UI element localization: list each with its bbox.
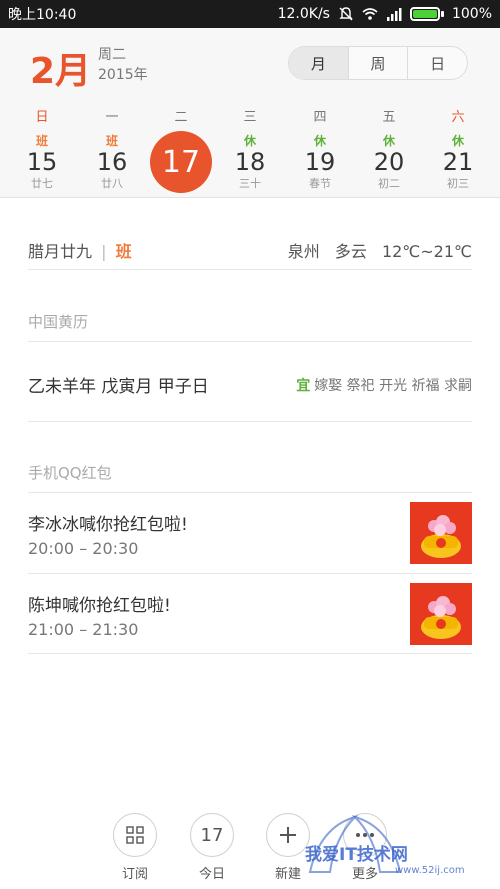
lunar-day: 廿七: [31, 177, 53, 190]
lunar-info: 腊月廿九 | 班: [28, 238, 132, 262]
day-name-sun: 日: [35, 110, 49, 125]
tab-day[interactable]: 日: [407, 47, 467, 79]
tab-week[interactable]: 周: [347, 47, 408, 79]
separator: |: [101, 242, 107, 261]
yi-items: 嫁娶 祭祀 开光 祈福 求嗣: [314, 378, 472, 394]
month-title[interactable]: 2月: [30, 42, 91, 94]
day-info-row: 腊月廿九 | 班 泉州 多云 12℃~21℃: [28, 238, 472, 262]
almanac-section-title: 中国黄历: [28, 313, 89, 331]
almanac-yi[interactable]: 宜嫁娶 祭祀 开光 祈福 求嗣: [296, 375, 472, 395]
day-cell-16[interactable]: 班 16 廿八: [82, 132, 142, 191]
event-title[interactable]: 陈坤喊你抢红包啦!: [28, 591, 472, 616]
selected-day-17[interactable]: 17: [150, 131, 212, 193]
day-name-fri: 五: [382, 110, 396, 125]
today-number: 17: [190, 813, 234, 857]
week-strip: 日 一 二 三 四 五 六 班 15 廿七 班 16 廿八 17 休 18 三十…: [0, 98, 500, 198]
header-weekday: 周二: [98, 47, 126, 63]
work-day-tag: 班: [115, 242, 132, 261]
signal-icon: [386, 8, 402, 21]
work-tag: 班: [105, 134, 118, 148]
day-number: 18: [234, 148, 266, 176]
rest-tag: 休: [313, 134, 326, 148]
divider: [28, 421, 472, 422]
lunar-day: 廿八: [101, 177, 123, 190]
status-bar: 晚上10:40 12.0K/s 100%: [0, 0, 500, 28]
day-cell-19[interactable]: 休 19 春节: [290, 132, 350, 191]
weather-temp: 12℃~21℃: [381, 242, 472, 261]
divider: [28, 653, 472, 654]
event-time: 20:00 – 20:30: [28, 539, 139, 558]
day-name-mon: 一: [105, 110, 119, 125]
yi-label: 宜: [296, 378, 311, 394]
event-time: 21:00 – 21:30: [28, 620, 139, 639]
divider: [28, 492, 472, 493]
lunar-day: 三十: [239, 177, 261, 190]
day-number: 16: [96, 148, 128, 176]
bottom-toolbar: 订阅 17 今日 新建 更多: [0, 810, 500, 889]
header-year: 2015年: [98, 67, 148, 83]
day-number: 15: [26, 148, 58, 176]
divider: [28, 573, 472, 574]
lunar-day: 春节: [309, 177, 331, 190]
rest-tag: 休: [243, 134, 256, 148]
watermark-text: 我爱IT技术网: [305, 845, 408, 865]
calendar-header: 2月 周二 2015年 月 周 日: [0, 28, 500, 98]
lunar-date: 腊月廿九: [28, 242, 93, 261]
view-switcher: 月 周 日: [288, 46, 468, 80]
event-title[interactable]: 李冰冰喊你抢红包啦!: [28, 510, 472, 535]
watermark-url: www.52ij.com: [395, 865, 465, 876]
status-time: 晚上10:40: [8, 7, 77, 23]
day-cell-15[interactable]: 班 15 廿七: [12, 132, 72, 191]
subscribe-button[interactable]: 订阅: [105, 813, 165, 882]
weather-city: 泉州: [287, 242, 320, 261]
rest-tag: 休: [382, 134, 395, 148]
day-name-wed: 三: [243, 110, 257, 125]
weather-condition: 多云: [334, 242, 367, 261]
day-number: 21: [442, 148, 474, 176]
today-label: 今日: [198, 867, 225, 882]
subscribe-label: 订阅: [121, 867, 148, 882]
mute-bell-icon: [339, 7, 353, 21]
divider: [28, 269, 472, 270]
day-number: 19: [304, 148, 336, 176]
divider: [28, 341, 472, 342]
lunar-day: 初二: [378, 177, 400, 190]
lunar-day: 初三: [447, 177, 469, 190]
day-number: 20: [373, 148, 405, 176]
grid-icon: [113, 813, 157, 857]
day-name-sat: 六: [451, 110, 465, 125]
day-cell-20[interactable]: 休 20 初二: [359, 132, 419, 191]
day-cell-21[interactable]: 休 21 初三: [428, 132, 488, 191]
red-packet-image: [410, 583, 472, 645]
rest-tag: 休: [451, 134, 464, 148]
wifi-icon: [362, 8, 378, 20]
battery-percent: 100%: [451, 6, 492, 22]
events-section-title: 手机QQ红包: [28, 464, 112, 482]
red-packet-image: [410, 502, 472, 564]
today-button[interactable]: 17 今日: [182, 813, 242, 882]
day-cell-18[interactable]: 休 18 三十: [220, 132, 280, 191]
battery-icon: [409, 7, 444, 21]
day-name-thu: 四: [313, 110, 327, 125]
network-speed: 12.0K/s: [277, 6, 330, 22]
day-name-tue: 二: [174, 110, 188, 125]
work-tag: 班: [35, 134, 48, 148]
weather-info[interactable]: 泉州 多云 12℃~21℃: [288, 238, 472, 262]
tab-month[interactable]: 月: [289, 47, 348, 79]
